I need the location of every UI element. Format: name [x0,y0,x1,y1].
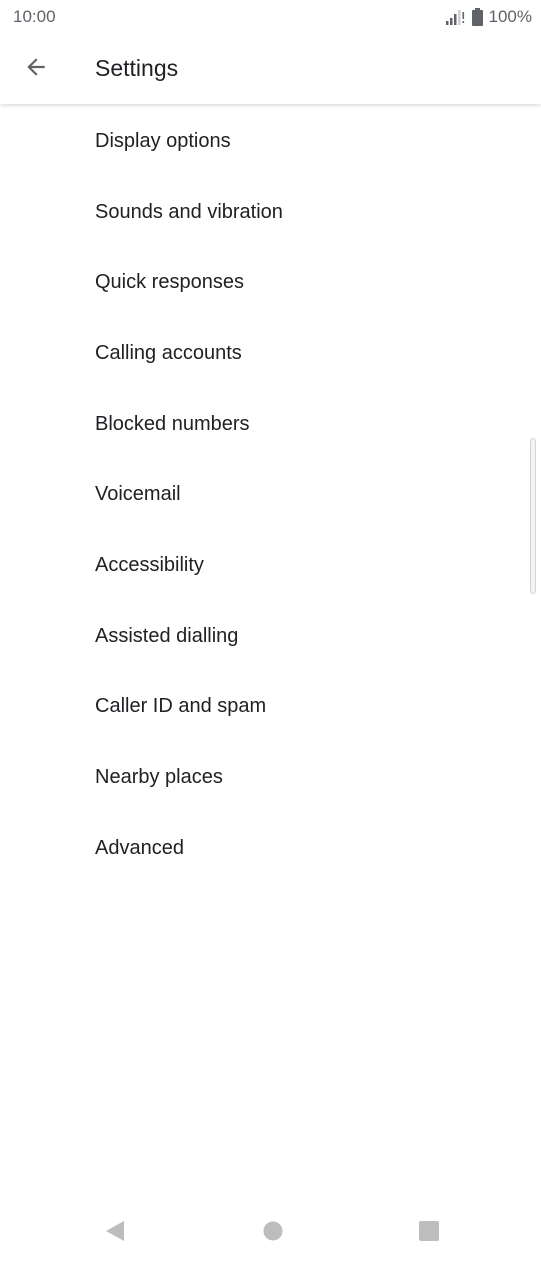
settings-item-label: Nearby places [95,766,223,789]
page-title: Settings [95,55,179,81]
settings-item-calling-accounts[interactable]: Calling accounts [0,318,541,389]
status-bar: 10:00 100% [0,0,541,34]
scrollbar[interactable] [530,438,536,594]
battery-icon [471,8,483,26]
nav-recents-button[interactable] [414,1218,444,1248]
nav-recents-icon [418,1220,440,1247]
settings-item-blocked-numbers[interactable]: Blocked numbers [0,389,541,460]
settings-item-label: Blocked numbers [95,412,250,435]
arrow-back-icon [23,54,49,85]
settings-item-label: Advanced [95,836,184,859]
settings-item-label: Assisted dialling [95,624,239,647]
settings-item-label: Calling accounts [95,341,242,364]
app-bar: Settings [0,34,541,104]
status-time: 10:00 [13,7,56,26]
nav-back-icon [104,1219,126,1248]
settings-item-assisted-dialling[interactable]: Assisted dialling [0,601,541,672]
settings-item-voicemail[interactable]: Voicemail [0,459,541,530]
signal-icon [444,8,466,26]
settings-item-caller-id-and-spam[interactable]: Caller ID and spam [0,672,541,743]
settings-item-display-options[interactable]: Display options [0,106,541,177]
settings-item-nearby-places[interactable]: Nearby places [0,742,541,813]
settings-item-sounds-and-vibration[interactable]: Sounds and vibration [0,177,541,248]
nav-home-button[interactable] [258,1218,288,1248]
nav-home-icon [262,1220,284,1247]
settings-list: Display options Sounds and vibration Qui… [0,106,541,884]
nav-back-button[interactable] [100,1218,130,1248]
settings-item-quick-responses[interactable]: Quick responses [0,247,541,318]
status-icons: 100% [444,7,532,27]
back-button[interactable] [14,47,58,91]
settings-item-label: Voicemail [95,483,181,506]
settings-item-advanced[interactable]: Advanced [0,813,541,884]
settings-item-label: Accessibility [95,553,204,576]
settings-item-label: Caller ID and spam [95,695,267,718]
navigation-bar [0,1198,541,1264]
settings-item-label: Quick responses [95,271,244,294]
settings-item-label: Display options [95,129,231,152]
settings-item-label: Sounds and vibration [95,200,283,223]
battery-percent: 100% [488,7,532,26]
settings-item-accessibility[interactable]: Accessibility [0,530,541,601]
